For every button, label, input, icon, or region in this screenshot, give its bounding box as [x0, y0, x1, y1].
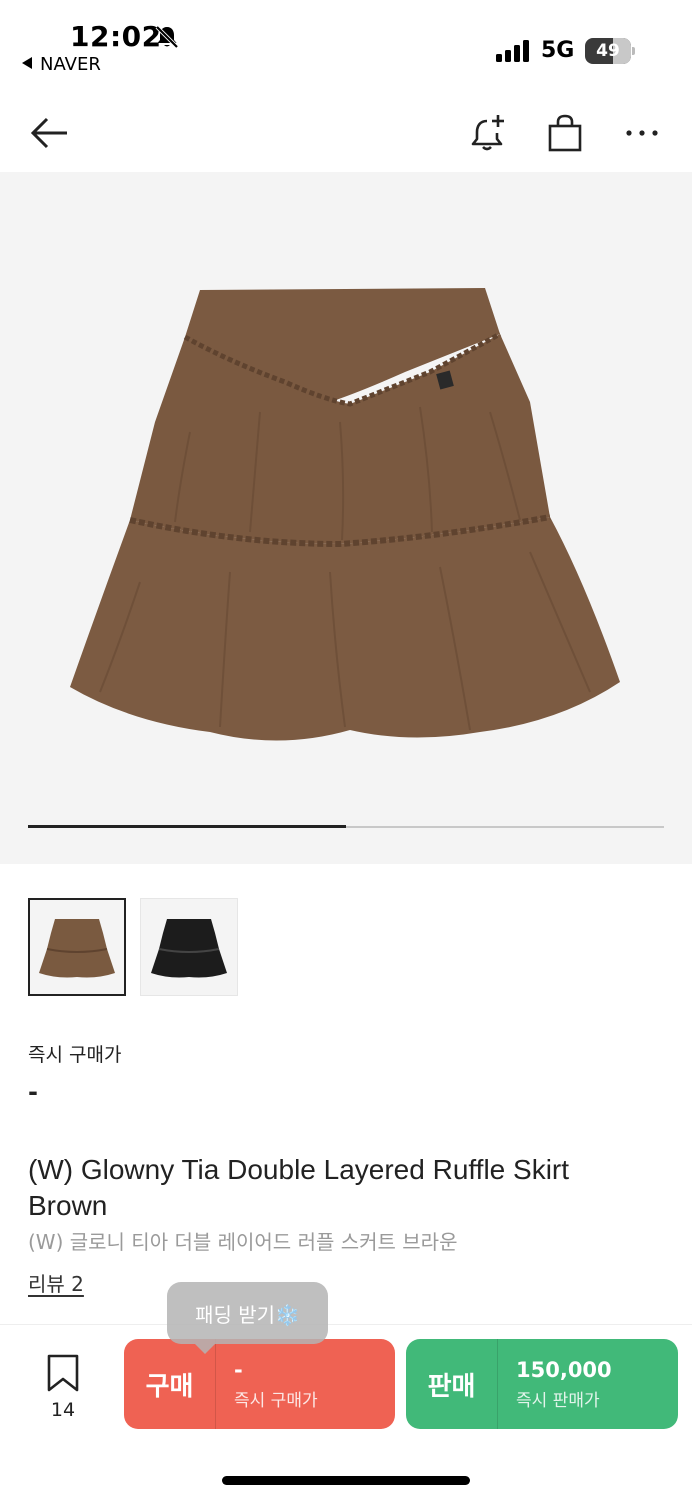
top-nav	[0, 96, 692, 172]
home-indicator[interactable]	[222, 1476, 470, 1485]
back-arrow-icon	[30, 117, 67, 149]
review-link[interactable]: 리뷰 2	[28, 1268, 84, 1297]
wishlist-button[interactable]: 14	[38, 1353, 88, 1421]
sell-sub: 즉시 판매가	[516, 1390, 600, 1411]
buy-button[interactable]: 구매 - 즉시 구매가	[124, 1339, 395, 1429]
network-type: 5G	[541, 38, 575, 63]
sell-price: 150,000	[516, 1357, 612, 1382]
black-skirt-thumbnail	[151, 919, 227, 978]
buy-price: -	[234, 1357, 243, 1382]
signal-icon	[496, 40, 529, 62]
battery-level: 49	[596, 41, 620, 61]
status-time: 12:02	[70, 20, 162, 53]
instant-buy-price-label: 즉시 구매가	[28, 1044, 122, 1066]
back-button[interactable]	[28, 112, 70, 154]
tooltip-text: 패딩 받기❄️	[195, 1302, 300, 1327]
bell-plus-icon	[471, 115, 504, 151]
bell-slash-icon	[155, 25, 179, 49]
product-image	[70, 288, 620, 741]
thumbnail-black[interactable]	[140, 898, 238, 996]
status-bar: 12:02 NAVER 5G 49	[0, 0, 692, 90]
alert-add-button[interactable]	[467, 112, 509, 154]
sell-label: 판매	[406, 1339, 498, 1429]
thumbnail-brown[interactable]	[28, 898, 126, 996]
sell-button[interactable]: 판매 150,000 즉시 판매가	[406, 1339, 678, 1429]
padding-promo-tooltip[interactable]: 패딩 받기❄️	[167, 1282, 328, 1354]
more-icon	[626, 130, 658, 136]
bottom-action-bar: 14 구매 - 즉시 구매가 판매 150,000 즉시 판매가	[0, 1324, 692, 1500]
product-image-carousel[interactable]	[0, 172, 692, 864]
more-button[interactable]	[621, 112, 663, 154]
bookmark-icon	[47, 1354, 79, 1392]
back-triangle-icon	[22, 57, 32, 69]
back-app-label: NAVER	[40, 54, 101, 75]
instant-buy-price-value: -	[28, 1078, 38, 1106]
carousel-progress	[28, 825, 664, 828]
battery-icon: 49	[585, 38, 635, 64]
buy-sub: 즉시 구매가	[234, 1390, 318, 1411]
wishlist-count: 14	[50, 1399, 76, 1421]
brown-skirt-thumbnail	[39, 919, 115, 978]
thumbnail-strip	[28, 898, 238, 996]
carousel-progress-fill	[28, 825, 346, 828]
product-title-korean: (W) 글로니 티아 더블 레이어드 러플 스커트 브라운	[28, 1230, 458, 1254]
shopping-bag-icon	[548, 114, 582, 152]
tooltip-arrow	[195, 1344, 215, 1354]
product-title: (W) Glowny Tia Double Layered Ruffle Ski…	[28, 1154, 570, 1221]
back-to-app-link[interactable]: NAVER	[22, 54, 101, 75]
cart-button[interactable]	[544, 112, 586, 154]
